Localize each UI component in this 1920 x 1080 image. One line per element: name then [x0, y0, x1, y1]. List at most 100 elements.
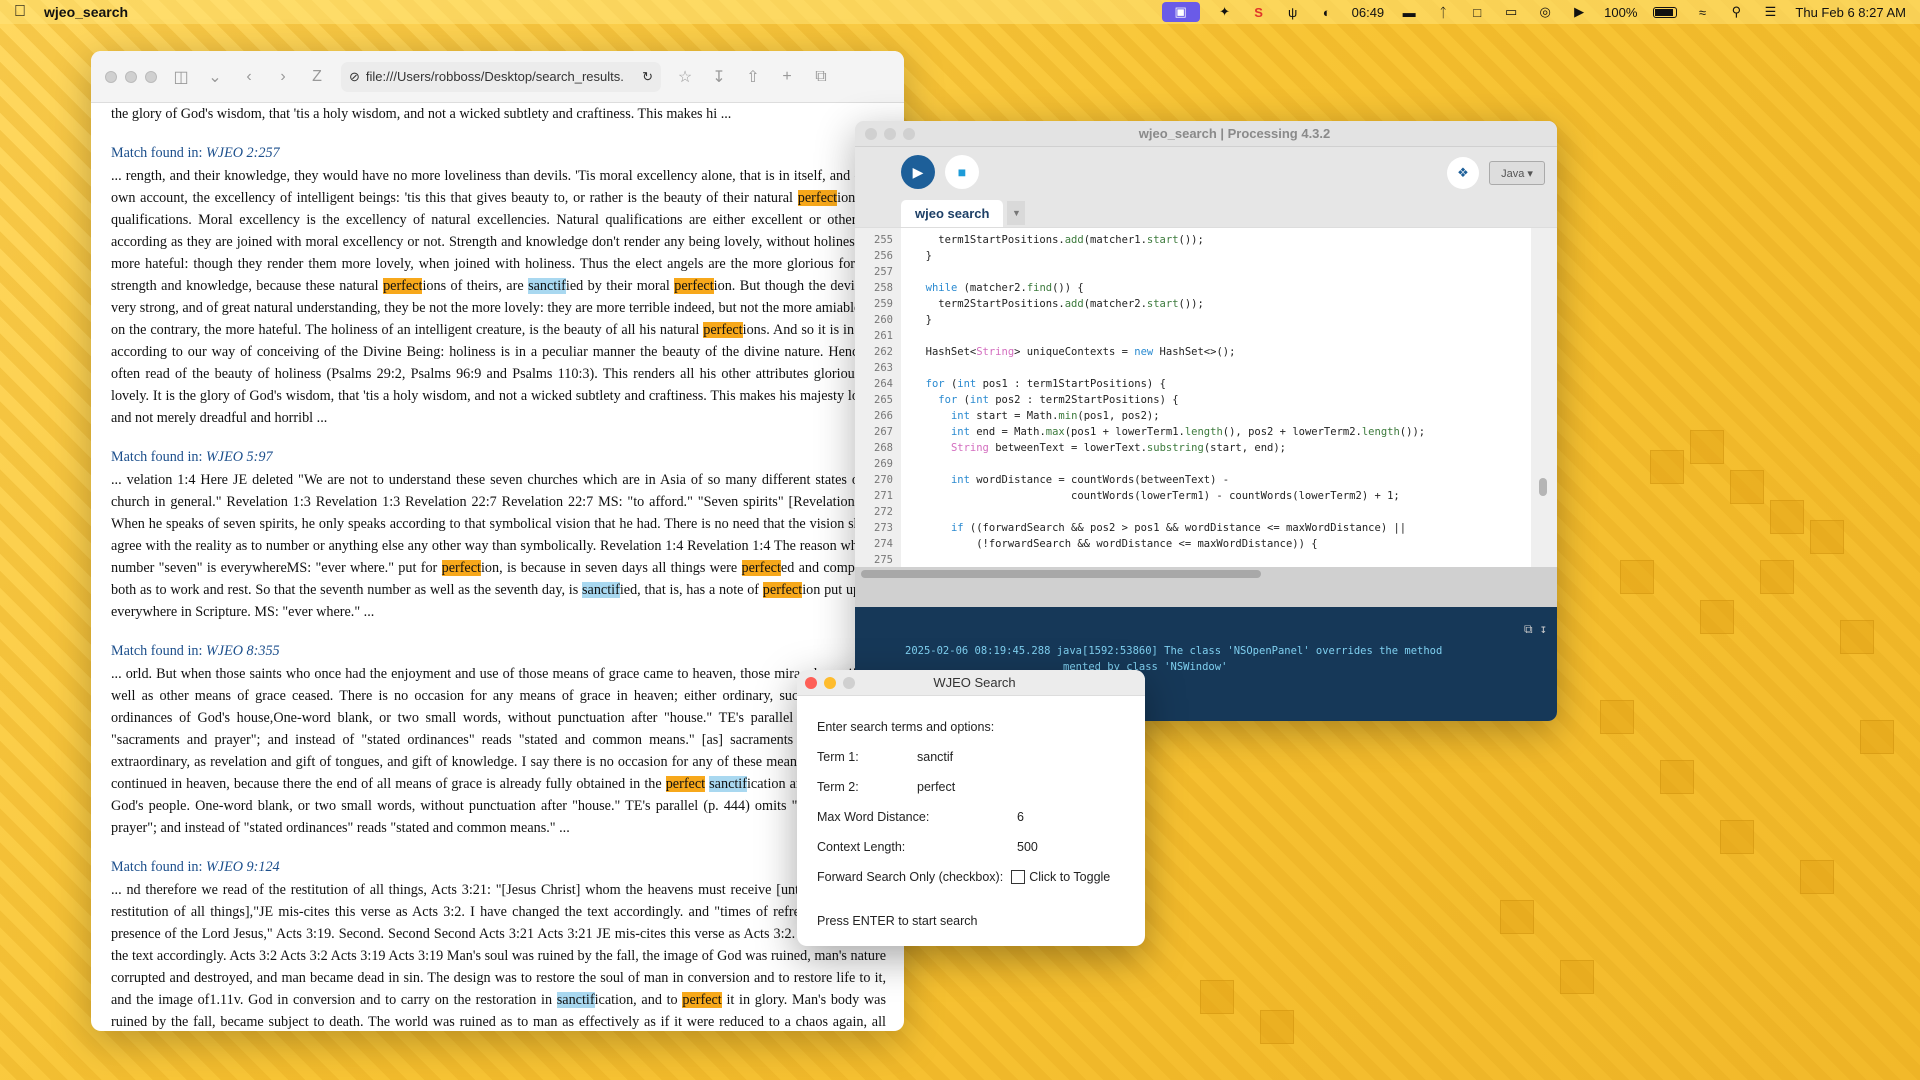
download-icon[interactable]: ↧: [709, 67, 729, 87]
site-info-icon: ⊘: [349, 68, 360, 84]
line-number: 264: [874, 378, 893, 390]
match-heading: Match found in: WJEO 8:355: [111, 640, 886, 662]
tool-icon[interactable]: ✦: [1216, 4, 1234, 19]
wifi-icon[interactable]: ≈: [1693, 5, 1711, 20]
run-button[interactable]: ▶: [901, 155, 935, 189]
match-label: Match found in:: [111, 449, 206, 465]
address-bar[interactable]: ⊘ file:///Users/robboss/Desktop/search_r…: [341, 61, 661, 92]
match-excerpt: ... velation 1:4 Here JE deleted "We are…: [111, 469, 886, 623]
wallpaper-block: [1800, 860, 1834, 894]
dialog-footer: Press ENTER to start search: [817, 914, 978, 928]
line-number: 263: [874, 362, 893, 374]
wallpaper-block: [1840, 620, 1874, 654]
screen-share-icon[interactable]: ▣: [1161, 2, 1200, 22]
wallpaper-block: [1620, 560, 1654, 594]
term1-row: Term 1: sanctif: [817, 742, 1125, 772]
search-icon[interactable]: ⚲: [1727, 4, 1745, 19]
dialog-minimize-button[interactable]: [824, 676, 836, 689]
line-number: 260: [874, 314, 893, 326]
bluetooth-icon[interactable]: ᛏ: [1434, 5, 1452, 20]
wallpaper-block: [1560, 960, 1594, 994]
window-icon[interactable]: ▭: [1502, 4, 1520, 19]
mode-selector[interactable]: Java ▾: [1489, 161, 1545, 185]
wallpaper-block: [1660, 760, 1694, 794]
match-heading: Match found in: WJEO 2:257: [111, 142, 886, 164]
play-icon[interactable]: ▶: [1570, 4, 1588, 19]
highlight-perfect: perfect: [682, 992, 722, 1008]
apple-icon[interactable]: : [14, 3, 26, 21]
s-app-icon[interactable]: S: [1250, 5, 1268, 20]
editor-horizontal-scrollbar[interactable]: [855, 567, 1557, 607]
horizontal-scroll-thumb[interactable]: [861, 570, 1261, 578]
dialog-zoom-button[interactable]: [843, 676, 855, 689]
ide-close-button[interactable]: [865, 127, 877, 140]
timer-icon[interactable]: ◐: [1318, 5, 1336, 20]
line-number: 258: [874, 282, 893, 294]
dialog-close-button[interactable]: [805, 676, 817, 689]
back-icon[interactable]: ‹: [239, 68, 259, 86]
tab-wjeo-search[interactable]: wjeo search: [901, 200, 1004, 227]
editor-vertical-scrollbar[interactable]: [1531, 228, 1557, 568]
ide-zoom-button[interactable]: [903, 127, 915, 140]
line-number: 275: [874, 554, 893, 566]
battery-percent: 100%: [1604, 4, 1638, 20]
term1-field[interactable]: sanctif: [917, 750, 953, 764]
console-copy-icon[interactable]: ⧉ ↧: [1524, 621, 1547, 637]
chevron-down-icon[interactable]: ⌄: [205, 67, 225, 87]
match-reference: WJEO 5:97: [205, 449, 273, 465]
context-field[interactable]: 500: [1017, 840, 1038, 854]
wallpaper-block: [1730, 470, 1764, 504]
maxdist-field[interactable]: 6: [1017, 810, 1024, 824]
line-number: 266: [874, 410, 893, 422]
match-reference: WJEO 2:257: [205, 145, 280, 161]
line-number: 261: [874, 330, 893, 342]
vertical-scroll-thumb[interactable]: [1539, 478, 1547, 496]
display-icon[interactable]: □: [1468, 5, 1486, 20]
forward-icon[interactable]: ›: [273, 68, 293, 86]
control-center-icon[interactable]: ☰: [1761, 4, 1779, 19]
reload-icon[interactable]: ↻: [642, 69, 653, 85]
match-excerpt: ... orld. But when those saints who once…: [111, 663, 886, 839]
menu-app-name[interactable]: wjeo_search: [44, 4, 128, 20]
tabs-overview-icon[interactable]: ⧉: [811, 68, 831, 86]
code-text[interactable]: term1StartPositions.add(matcher1.start()…: [901, 228, 1557, 567]
stop-button[interactable]: ■: [945, 155, 979, 189]
fork-icon[interactable]: ψ: [1284, 5, 1302, 20]
bookmark-star-icon[interactable]: ☆: [675, 67, 695, 87]
line-number: 259: [874, 298, 893, 310]
card-icon[interactable]: ▬: [1400, 5, 1418, 20]
tab-menu-icon[interactable]: ▼: [1007, 201, 1026, 225]
zoom-button[interactable]: [145, 70, 157, 83]
airdrop-icon[interactable]: ◎: [1536, 4, 1554, 19]
minimize-button[interactable]: [125, 70, 137, 83]
context-label: Context Length:: [817, 840, 906, 854]
console-line: 2025-02-06 08:19:45.288 java[1592:53860]…: [905, 645, 1443, 657]
toggle-label[interactable]: Click to Toggle: [1029, 870, 1110, 884]
match-heading: Match found in: WJEO 5:97: [111, 446, 886, 468]
term2-field[interactable]: perfect: [917, 780, 955, 794]
close-button[interactable]: [105, 70, 117, 83]
match-label: Match found in:: [111, 643, 206, 659]
excerpt-text: ication, and to: [594, 992, 683, 1008]
excerpt-text: ied by their moral: [565, 278, 675, 294]
line-number: 270: [874, 474, 893, 486]
battery-icon[interactable]: [1653, 6, 1678, 18]
forward-checkbox[interactable]: [1011, 870, 1026, 884]
excerpt-text: ... orld. But when those saints who once…: [111, 666, 886, 792]
extension-icon[interactable]: Z: [307, 68, 327, 86]
url-text: file:///Users/robboss/Desktop/search_res…: [365, 69, 624, 84]
line-number: 268: [874, 442, 893, 454]
debug-icon[interactable]: ❖: [1447, 157, 1479, 189]
new-tab-icon[interactable]: +: [777, 68, 797, 86]
wallpaper-block: [1200, 980, 1234, 1014]
ide-tabs: wjeo search ▼: [855, 197, 1557, 227]
ide-minimize-button[interactable]: [884, 127, 896, 140]
code-editor[interactable]: 255 256 257 258 259 260 261 262 263 264 265 266 267 2…: [855, 227, 1557, 568]
share-icon[interactable]: ⇧: [743, 67, 763, 87]
menu-clock[interactable]: Thu Feb 6 8:27 AM: [1795, 5, 1906, 20]
wjeo-search-dialog: WJEO Search Enter search terms and optio…: [797, 670, 1145, 946]
sidebar-icon[interactable]: ◫: [171, 67, 191, 87]
forward-label: Forward Search Only (checkbox):: [817, 870, 1004, 884]
line-number: 255: [874, 234, 893, 246]
highlight-sanctif: sanctif: [556, 992, 595, 1008]
